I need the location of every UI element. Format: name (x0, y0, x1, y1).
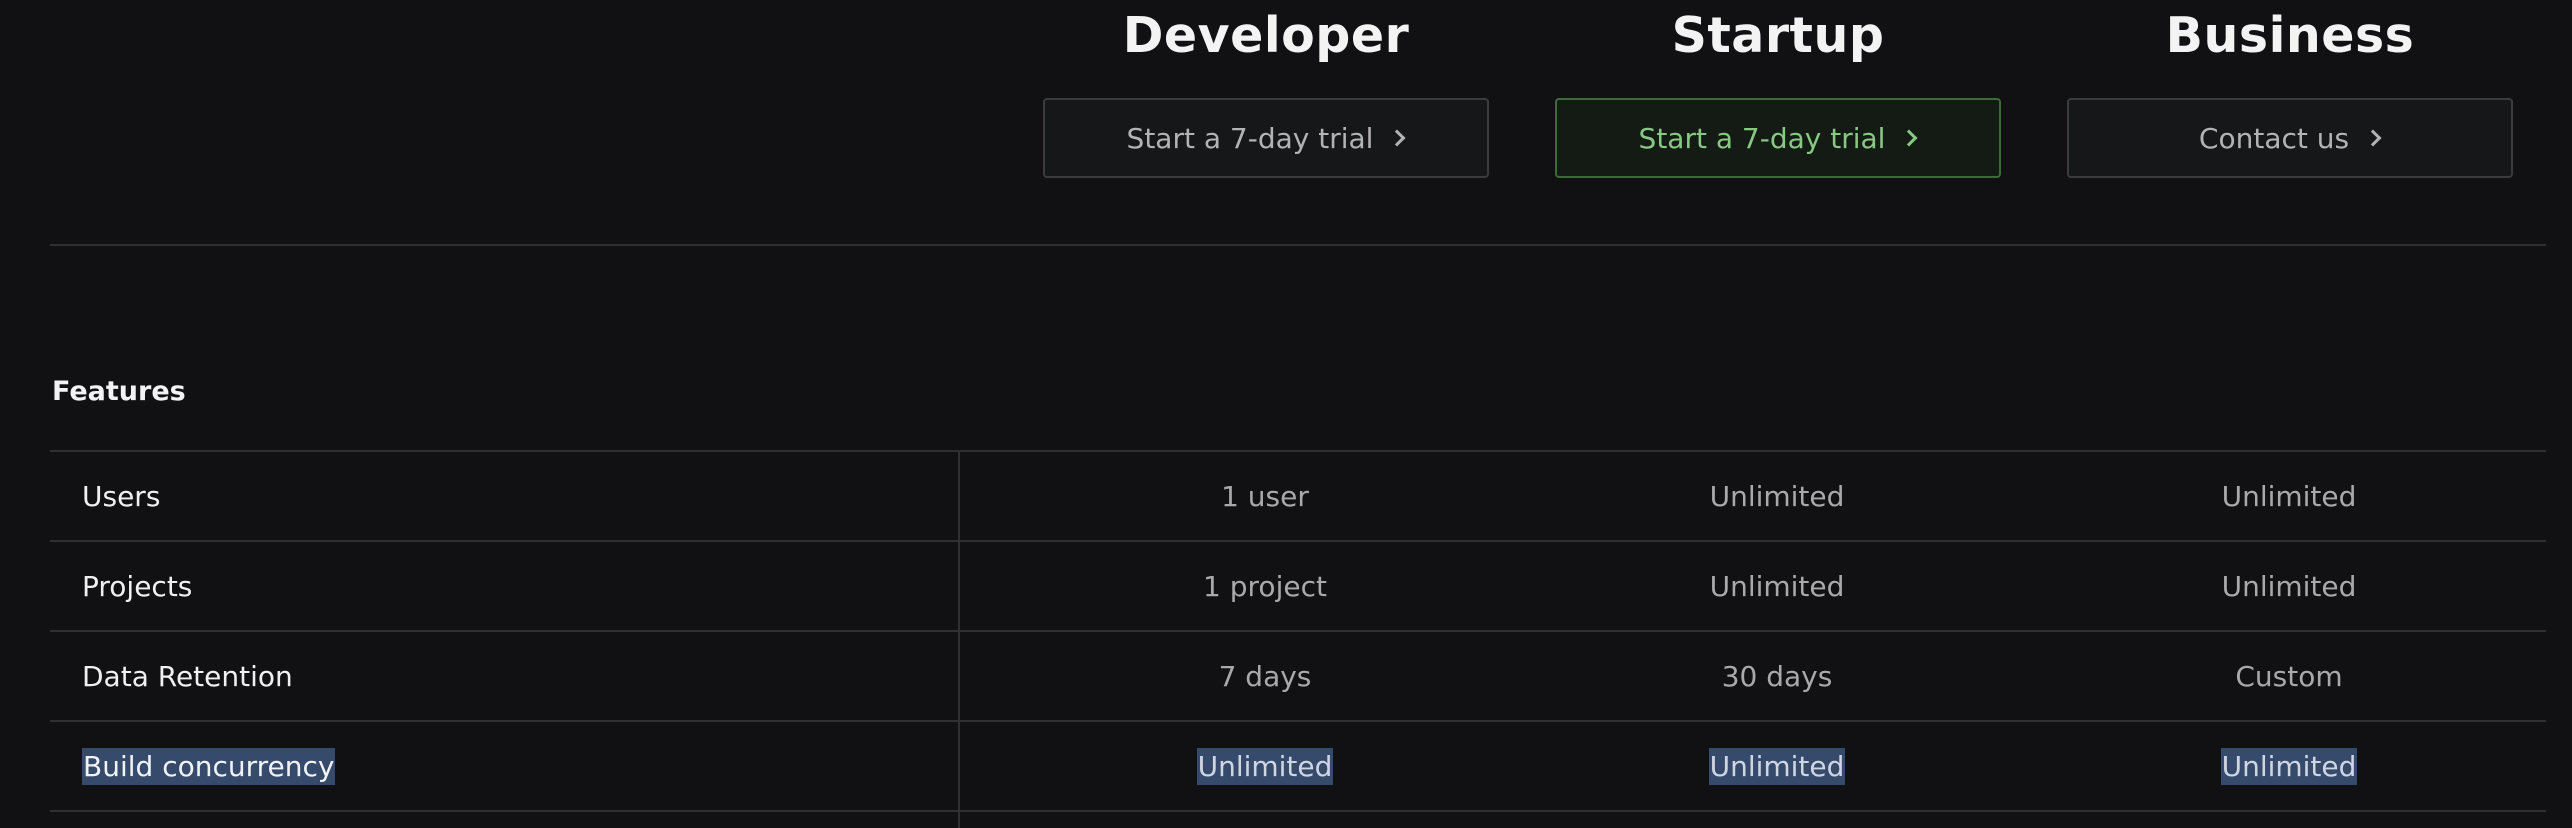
features-heading: Features (52, 376, 186, 407)
developer-trial-button[interactable]: Start a 7-day trial (1043, 98, 1489, 178)
plan-title-business: Business (2165, 7, 2415, 64)
chevron-right-icon (1391, 131, 1405, 145)
business-contact-button[interactable]: Contact us (2067, 98, 2513, 178)
header-divider (50, 244, 2546, 246)
table-row: Projects 1 project Unlimited Unlimited (50, 540, 2546, 630)
developer-trial-button-label: Start a 7-day trial (1126, 121, 1374, 155)
feature-label: Data Retention (82, 659, 293, 693)
feature-label: Projects (82, 569, 193, 603)
developer-value: 1 project (1203, 569, 1327, 603)
startup-value: Unlimited (1554, 722, 2000, 810)
startup-trial-button[interactable]: Start a 7-day trial (1555, 98, 2001, 178)
startup-value: Unlimited (1709, 479, 1845, 513)
selected-text: Build concurrency (82, 747, 336, 785)
chevron-right-icon (2367, 131, 2381, 145)
feature-label: Build concurrency (82, 722, 336, 810)
table-row-selected: Build concurrency Unlimited Unlimited Un… (50, 720, 2546, 810)
business-contact-button-label: Contact us (2198, 121, 2350, 155)
developer-value: 7 days (1218, 659, 1312, 693)
business-value: Unlimited (2221, 479, 2357, 513)
business-value: Unlimited (2221, 569, 2357, 603)
plan-title-developer: Developer (1122, 7, 1410, 64)
developer-value: 1 user (1221, 479, 1309, 513)
startup-value: Unlimited (1709, 569, 1845, 603)
feature-label: Users (82, 479, 161, 513)
startup-trial-button-label: Start a 7-day trial (1638, 121, 1886, 155)
selected-text: Unlimited (1708, 747, 1846, 785)
table-row: Data Retention 7 days 30 days Custom (50, 630, 2546, 720)
table-row: Users 1 user Unlimited Unlimited (50, 450, 2546, 540)
column-divider (958, 450, 960, 828)
business-value: Custom (2235, 659, 2343, 693)
features-table: Users 1 user Unlimited Unlimited Project… (50, 450, 2546, 818)
developer-value: Unlimited (1042, 722, 1488, 810)
chevron-right-icon (1903, 131, 1917, 145)
table-row-bottom-border (50, 810, 2546, 818)
selected-text: Unlimited (2220, 747, 2358, 785)
startup-value: 30 days (1721, 659, 1833, 693)
selected-text: Unlimited (1196, 747, 1334, 785)
plan-title-startup: Startup (1671, 7, 1885, 64)
pricing-comparison-page: Developer Startup Business Start a 7-day… (0, 0, 2572, 828)
business-value: Unlimited (2066, 722, 2512, 810)
